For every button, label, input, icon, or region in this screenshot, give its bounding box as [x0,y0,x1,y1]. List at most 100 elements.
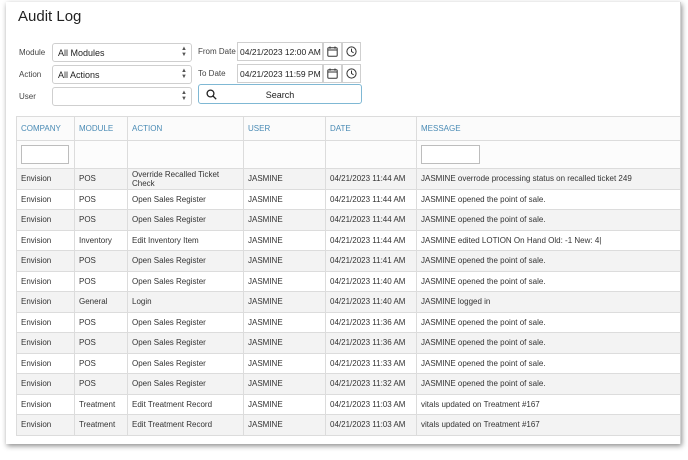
message-cell: JASMINE opened the point of sale. [416,373,680,395]
user-cell: JASMINE [243,168,326,190]
module-cell: Inventory [74,229,128,251]
company-filter-input[interactable] [21,145,69,164]
message-cell: JASMINE opened the point of sale. [416,188,680,210]
action-cell: Login [127,291,244,313]
to-date-calendar-button[interactable] [323,64,342,83]
table-row[interactable]: Envision POS Open Sales Register JASMINE 04/… [16,270,680,292]
company-cell: Envision [16,373,75,395]
search-button[interactable]: Search [198,84,362,104]
module-cell: POS [74,373,128,395]
action-cell: Open Sales Register [127,250,244,272]
action-cell: Open Sales Register [127,373,244,395]
column-header-company[interactable]: COMPANY [16,116,75,141]
module-cell: POS [74,188,128,210]
search-button-label: Search [265,90,295,100]
table-row[interactable]: Envision POS Open Sales Register JASMINE 04/… [16,352,680,374]
user-select[interactable]: ▲ ▼ [52,87,192,106]
action-cell: Open Sales Register [127,332,244,354]
company-cell: Envision [16,209,75,231]
action-cell: Open Sales Register [127,352,244,374]
company-cell: Envision [16,291,75,313]
module-cell: Treatment [74,393,128,415]
date-cell: 04/21/2023 11:44 AM [325,209,417,231]
date-cell: 04/21/2023 11:44 AM [325,168,417,190]
message-cell: JASMINE opened the point of sale. [416,250,680,272]
module-label: Module [19,48,46,57]
table-row[interactable]: Envision POS Open Sales Register JASMINE 04/… [16,373,680,395]
message-cell: JASMINE edited LOTION On Hand Old: -1 Ne… [416,229,680,251]
message-cell: JASMINE opened the point of sale. [416,209,680,231]
from-date-input[interactable]: 04/21/2023 12:00 AM [237,42,323,61]
clock-icon [346,68,357,79]
page-title: Audit Log [18,8,82,25]
user-cell: JASMINE [243,250,326,272]
table-row[interactable]: Envision Treatment Edit Treatment Record JA… [16,393,680,415]
from-time-clock-button[interactable] [342,42,361,61]
chevron-updown-icon: ▲ ▼ [181,90,187,102]
user-cell: JASMINE [243,352,326,374]
table-row[interactable]: Envision POS Open Sales Register JASMINE 04/… [16,188,680,210]
action-cell: Edit Inventory Item [127,229,244,251]
date-cell: 04/21/2023 11:36 AM [325,332,417,354]
chevron-updown-icon: ▲ ▼ [181,46,187,58]
message-cell: JASMINE opened the point of sale. [416,352,680,374]
to-date-input[interactable]: 04/21/2023 11:59 PM [237,64,323,83]
table-row[interactable]: Envision Inventory Edit Inventory Item JASM… [16,229,680,251]
module-select[interactable]: All Modules ▲ ▼ [52,43,192,62]
column-header-module[interactable]: MODULE [74,116,128,141]
action-select[interactable]: All Actions ▲ ▼ [52,65,192,84]
message-filter-input[interactable] [421,145,480,164]
message-cell: JASMINE overrode processing status on re… [416,168,680,190]
message-cell: vitals updated on Treatment #167 [416,414,680,436]
audit-log-window: Audit Log Module All Modules ▲ ▼ Action A… [6,2,681,444]
action-select-value: All Actions [58,70,100,80]
company-cell: Envision [16,250,75,272]
column-header-action[interactable]: ACTION [127,116,244,141]
filter-cell-date [325,140,417,169]
company-cell: Envision [16,414,75,436]
module-cell: POS [74,332,128,354]
user-cell: JASMINE [243,270,326,292]
date-cell: 04/21/2023 11:40 AM [325,270,417,292]
user-cell: JASMINE [243,311,326,333]
to-date-label: To Date [198,69,226,78]
company-cell: Envision [16,188,75,210]
user-cell: JASMINE [243,229,326,251]
date-cell: 04/21/2023 11:03 AM [325,393,417,415]
filter-cell-action [127,140,244,169]
column-header-date[interactable]: DATE [325,116,417,141]
module-cell: POS [74,209,128,231]
table-row[interactable]: Envision POS Open Sales Register JASMINE 04/… [16,332,680,354]
action-cell: Open Sales Register [127,209,244,231]
audit-log-table: COMPANY MODULE ACTION USER DATE MESSAGE … [16,116,680,436]
user-cell: JASMINE [243,291,326,313]
module-cell: POS [74,168,128,190]
company-cell: Envision [16,332,75,354]
from-date-label: From Date [198,47,236,56]
table-row[interactable]: Envision POS Open Sales Register JASMINE 04/… [16,209,680,231]
table-row[interactable]: Envision General Login JASMINE 04/21/2023 11… [16,291,680,313]
column-header-message[interactable]: MESSAGE [416,116,680,141]
column-header-user[interactable]: USER [243,116,326,141]
company-cell: Envision [16,393,75,415]
table-row[interactable]: Envision POS Override Recalled Ticket Chec… [16,168,680,190]
module-cell: POS [74,311,128,333]
chevron-updown-icon: ▲ ▼ [181,68,187,80]
date-cell: 04/21/2023 11:33 AM [325,352,417,374]
table-row[interactable]: Envision POS Open Sales Register JASMINE 04/… [16,250,680,272]
module-select-value: All Modules [58,48,105,58]
table-row[interactable]: Envision Treatment Edit Treatment Record JA… [16,414,680,436]
message-cell: JASMINE opened the point of sale. [416,270,680,292]
company-cell: Envision [16,311,75,333]
calendar-icon [327,46,338,57]
user-label: User [19,92,36,101]
calendar-icon [327,68,338,79]
table-row[interactable]: Envision POS Open Sales Register JASMINE 04/… [16,311,680,333]
company-cell: Envision [16,168,75,190]
from-date-calendar-button[interactable] [323,42,342,61]
user-cell: JASMINE [243,373,326,395]
table-filter-row [16,140,680,169]
action-cell: Override Recalled Ticket Check [127,168,244,190]
date-cell: 04/21/2023 11:41 AM [325,250,417,272]
to-time-clock-button[interactable] [342,64,361,83]
